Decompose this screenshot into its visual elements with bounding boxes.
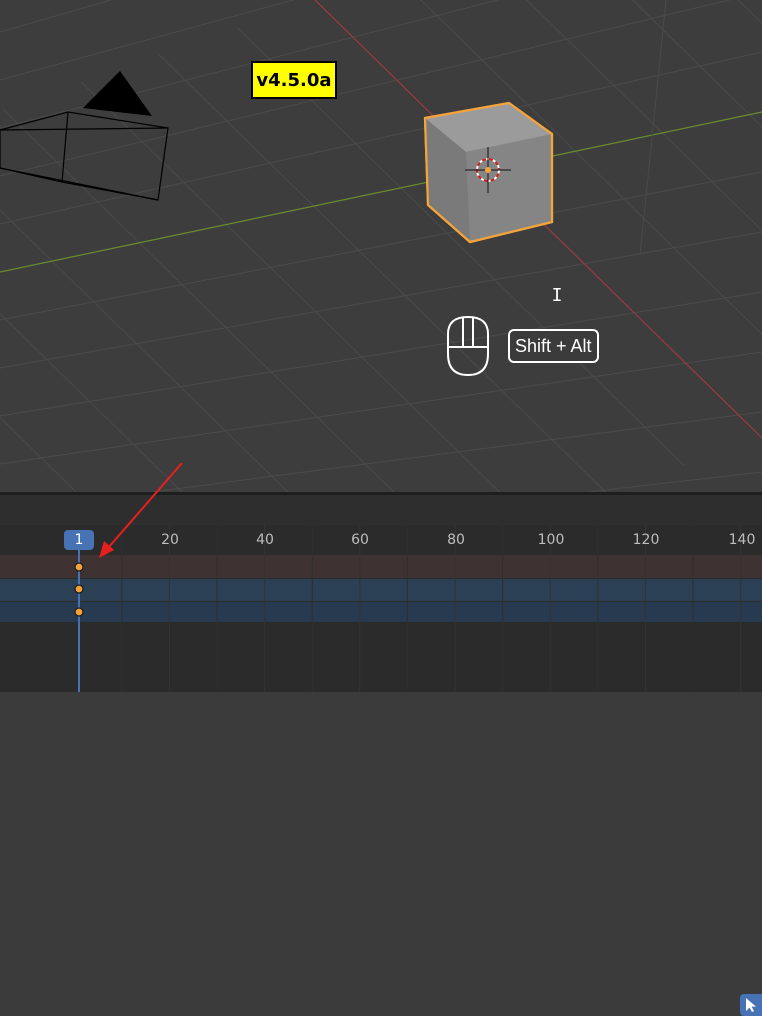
version-label: v4.5.0a: [251, 61, 337, 99]
cursor-arrow-icon: [746, 998, 756, 1012]
z-axis-line: [639, 0, 667, 256]
frame-label-80: 80: [447, 532, 465, 548]
3d-viewport[interactable]: v4.5.0a I Shift + Alt: [0, 0, 762, 492]
timeline-header: [0, 495, 762, 1016]
frame-label-100: 100: [537, 532, 565, 548]
frame-label-20: 20: [161, 532, 179, 548]
channel-row-1: [0, 579, 762, 601]
viewport-scene: [0, 0, 762, 492]
mouse-icon: [447, 315, 489, 377]
frame-label-60: 60: [351, 532, 369, 548]
dope-sheet-summary-row: [0, 555, 762, 578]
floor-grid: [0, 0, 762, 492]
camera-object[interactable]: [0, 71, 169, 201]
select-tool-button[interactable]: [740, 994, 762, 1016]
frame-label-120: 120: [632, 532, 660, 548]
text-cursor-icon: I: [551, 285, 563, 306]
frame-label-40: 40: [256, 532, 274, 548]
channel-row-2: [0, 602, 762, 622]
dope-sheet-area[interactable]: [0, 525, 762, 692]
frame-label-140: 140: [728, 532, 756, 548]
cube-object[interactable]: [423, 101, 554, 244]
dope-sheet-canvas: [0, 525, 762, 692]
shortcut-hint: Shift + Alt: [508, 329, 599, 363]
current-frame-indicator[interactable]: 1: [64, 530, 94, 550]
